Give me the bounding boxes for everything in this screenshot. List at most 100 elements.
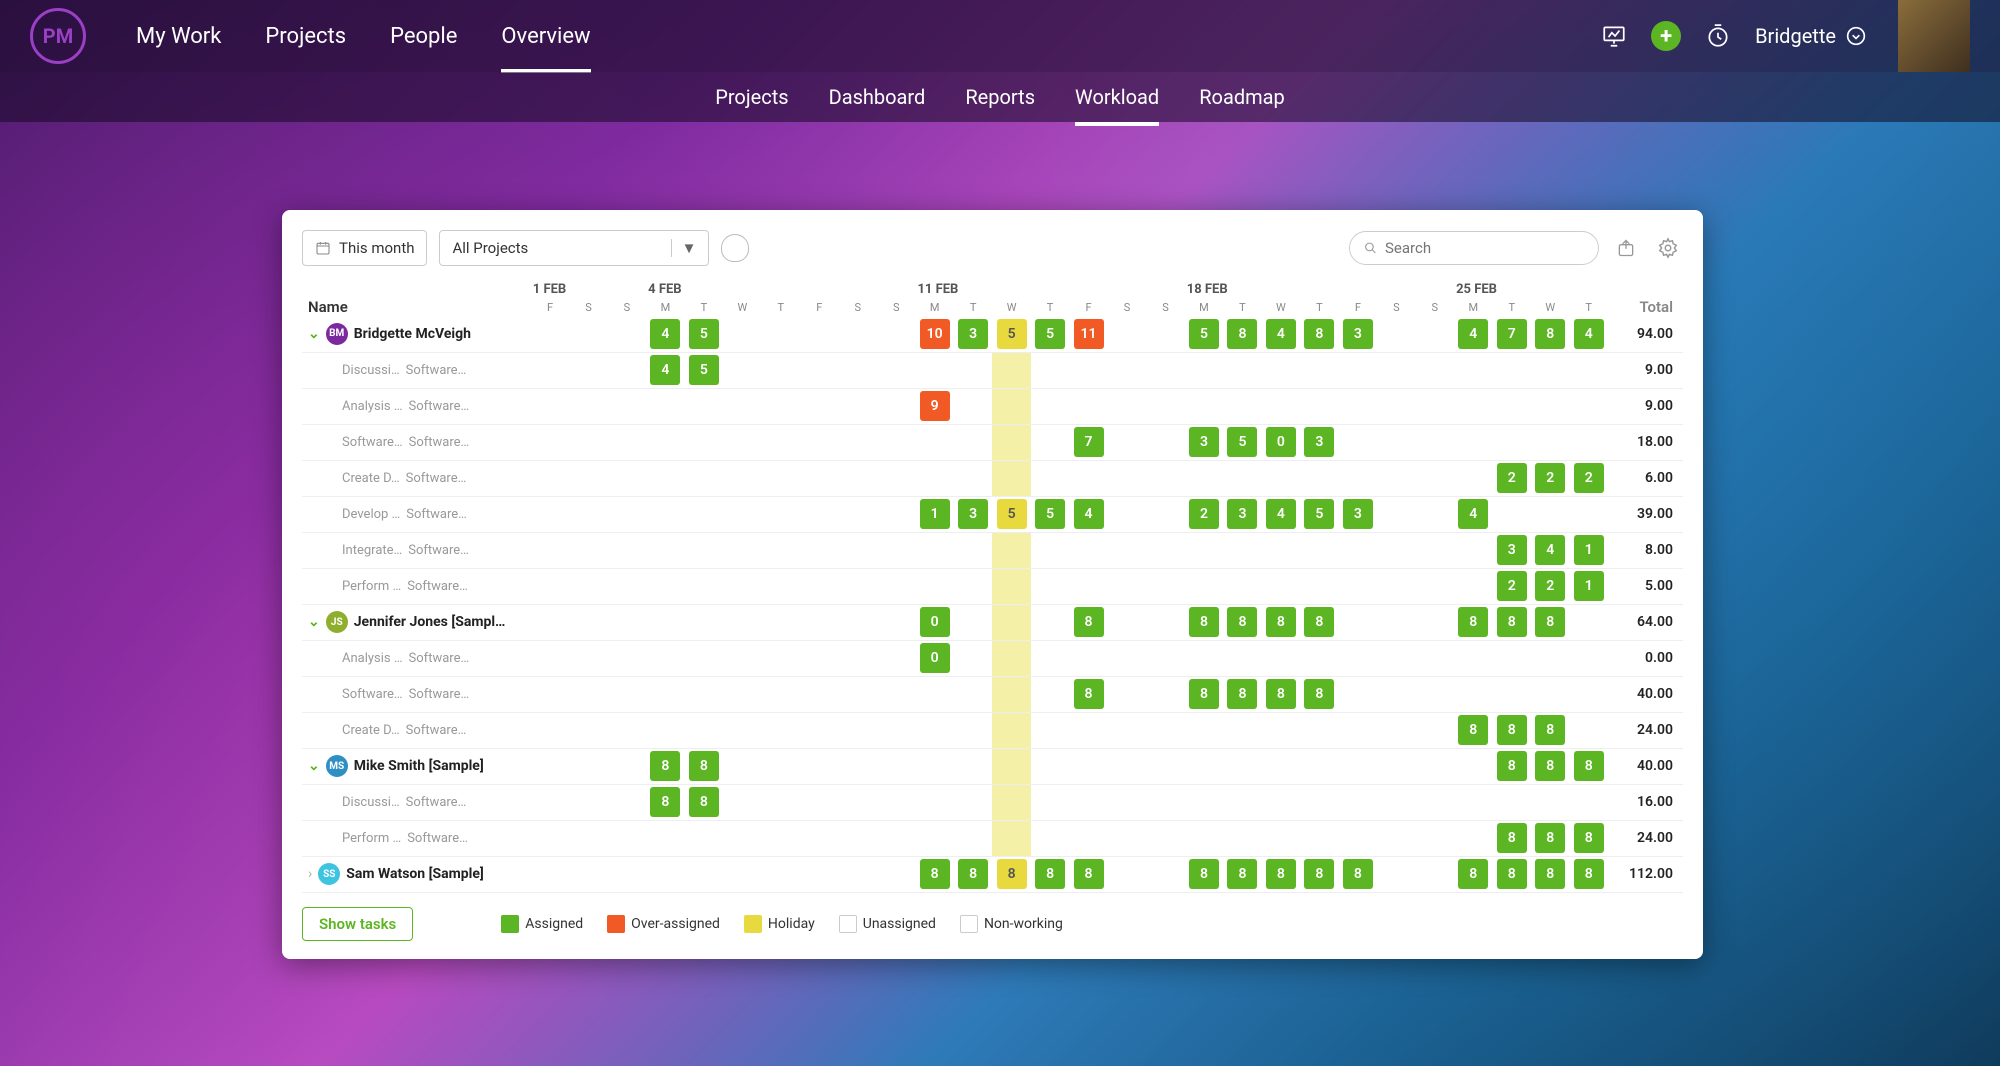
nav-overview[interactable]: Overview (501, 4, 590, 69)
project-filter[interactable]: All Projects ▼ (439, 230, 709, 266)
workload-cell[interactable]: 8 (1266, 607, 1296, 637)
workload-cell[interactable]: 3 (1304, 427, 1334, 457)
date-range-button[interactable]: This month (302, 230, 427, 266)
person-filter-icon[interactable] (721, 234, 749, 262)
workload-cell[interactable]: 7 (1074, 427, 1104, 457)
workload-cell[interactable]: 8 (1458, 607, 1488, 637)
workload-cell[interactable]: 11 (1074, 319, 1104, 349)
expand-icon[interactable]: › (308, 866, 312, 882)
timer-icon[interactable] (1703, 21, 1733, 51)
workload-cell[interactable]: 8 (1497, 751, 1527, 781)
workload-cell[interactable]: 8 (689, 787, 719, 817)
workload-cell[interactable]: 8 (1189, 859, 1219, 889)
workload-cell[interactable]: 4 (650, 319, 680, 349)
workload-cell[interactable]: 4 (1458, 319, 1488, 349)
search-input[interactable] (1385, 239, 1584, 257)
workload-cell[interactable]: 2 (1497, 571, 1527, 601)
workload-cell[interactable]: 8 (1074, 679, 1104, 709)
workload-cell[interactable]: 5 (1035, 499, 1065, 529)
workload-cell[interactable]: 8 (650, 751, 680, 781)
workload-cell[interactable]: 4 (1574, 319, 1604, 349)
workload-cell[interactable]: 8 (1074, 859, 1104, 889)
workload-cell[interactable]: 10 (920, 319, 950, 349)
workload-cell[interactable]: 3 (1227, 499, 1257, 529)
workload-cell[interactable]: 8 (1266, 679, 1296, 709)
workload-cell[interactable]: 8 (997, 859, 1027, 889)
workload-cell[interactable]: 8 (920, 859, 950, 889)
workload-cell[interactable]: 2 (1497, 463, 1527, 493)
workload-cell[interactable]: 8 (1035, 859, 1065, 889)
workload-cell[interactable]: 5 (1035, 319, 1065, 349)
workload-cell[interactable]: 8 (689, 751, 719, 781)
workload-cell[interactable]: 3 (1343, 499, 1373, 529)
nav-people[interactable]: People (390, 4, 457, 69)
workload-cell[interactable]: 8 (1227, 319, 1257, 349)
tab-reports[interactable]: Reports (965, 73, 1035, 121)
workload-cell[interactable]: 8 (1535, 859, 1565, 889)
gear-icon[interactable] (1653, 233, 1683, 263)
workload-cell[interactable]: 8 (1189, 679, 1219, 709)
workload-cell[interactable]: 8 (1497, 715, 1527, 745)
workload-cell[interactable]: 8 (1497, 607, 1527, 637)
workload-cell[interactable]: 8 (1535, 607, 1565, 637)
workload-cell[interactable]: 8 (1304, 859, 1334, 889)
workload-cell[interactable]: 8 (1266, 859, 1296, 889)
app-logo[interactable]: PM (30, 8, 86, 64)
workload-cell[interactable]: 4 (1266, 319, 1296, 349)
workload-cell[interactable]: 3 (1189, 427, 1219, 457)
workload-cell[interactable]: 8 (958, 859, 988, 889)
workload-cell[interactable]: 8 (1343, 859, 1373, 889)
workload-cell[interactable]: 1 (1574, 535, 1604, 565)
collapse-icon[interactable]: ⌄ (308, 614, 320, 630)
tab-dashboard[interactable]: Dashboard (829, 73, 926, 121)
workload-cell[interactable]: 8 (1304, 319, 1334, 349)
tab-workload[interactable]: Workload (1075, 73, 1159, 121)
nav-my-work[interactable]: My Work (136, 4, 221, 69)
workload-cell[interactable]: 5 (997, 319, 1027, 349)
workload-cell[interactable]: 8 (1304, 607, 1334, 637)
user-menu[interactable]: Bridgette (1755, 24, 1866, 48)
workload-cell[interactable]: 8 (1458, 859, 1488, 889)
workload-cell[interactable]: 8 (1227, 607, 1257, 637)
export-icon[interactable] (1611, 233, 1641, 263)
workload-cell[interactable]: 5 (689, 319, 719, 349)
add-button[interactable]: + (1651, 21, 1681, 51)
workload-cell[interactable]: 1 (920, 499, 950, 529)
workload-cell[interactable]: 8 (1535, 823, 1565, 853)
workload-cell[interactable]: 2 (1574, 463, 1604, 493)
nav-projects[interactable]: Projects (265, 4, 346, 69)
workload-cell[interactable]: 5 (1189, 319, 1219, 349)
tab-projects[interactable]: Projects (715, 73, 788, 121)
workload-cell[interactable]: 0 (1266, 427, 1296, 457)
workload-cell[interactable]: 8 (1458, 715, 1488, 745)
collapse-icon[interactable]: ⌄ (308, 326, 320, 342)
workload-cell[interactable]: 0 (920, 643, 950, 673)
search-box[interactable] (1349, 231, 1599, 265)
workload-cell[interactable]: 2 (1535, 463, 1565, 493)
workload-cell[interactable]: 8 (1227, 859, 1257, 889)
workload-cell[interactable]: 8 (1304, 679, 1334, 709)
workload-cell[interactable]: 8 (1227, 679, 1257, 709)
workload-cell[interactable]: 5 (1227, 427, 1257, 457)
workload-cell[interactable]: 3 (1497, 535, 1527, 565)
workload-cell[interactable]: 8 (1189, 607, 1219, 637)
workload-cell[interactable]: 3 (958, 499, 988, 529)
tab-roadmap[interactable]: Roadmap (1199, 73, 1285, 121)
workload-cell[interactable]: 8 (1074, 607, 1104, 637)
presentation-icon[interactable] (1599, 21, 1629, 51)
workload-cell[interactable]: 3 (1343, 319, 1373, 349)
workload-cell[interactable]: 0 (920, 607, 950, 637)
workload-cell[interactable]: 3 (958, 319, 988, 349)
workload-cell[interactable]: 8 (1535, 715, 1565, 745)
workload-cell[interactable]: 8 (1497, 823, 1527, 853)
workload-cell[interactable]: 1 (1574, 571, 1604, 601)
workload-cell[interactable]: 5 (997, 499, 1027, 529)
show-tasks-button[interactable]: Show tasks (302, 907, 413, 941)
workload-cell[interactable]: 4 (1458, 499, 1488, 529)
workload-cell[interactable]: 8 (1574, 751, 1604, 781)
workload-cell[interactable]: 8 (1535, 751, 1565, 781)
workload-cell[interactable]: 8 (1497, 859, 1527, 889)
workload-cell[interactable]: 4 (1266, 499, 1296, 529)
workload-cell[interactable]: 8 (1574, 859, 1604, 889)
workload-cell[interactable]: 4 (1535, 535, 1565, 565)
